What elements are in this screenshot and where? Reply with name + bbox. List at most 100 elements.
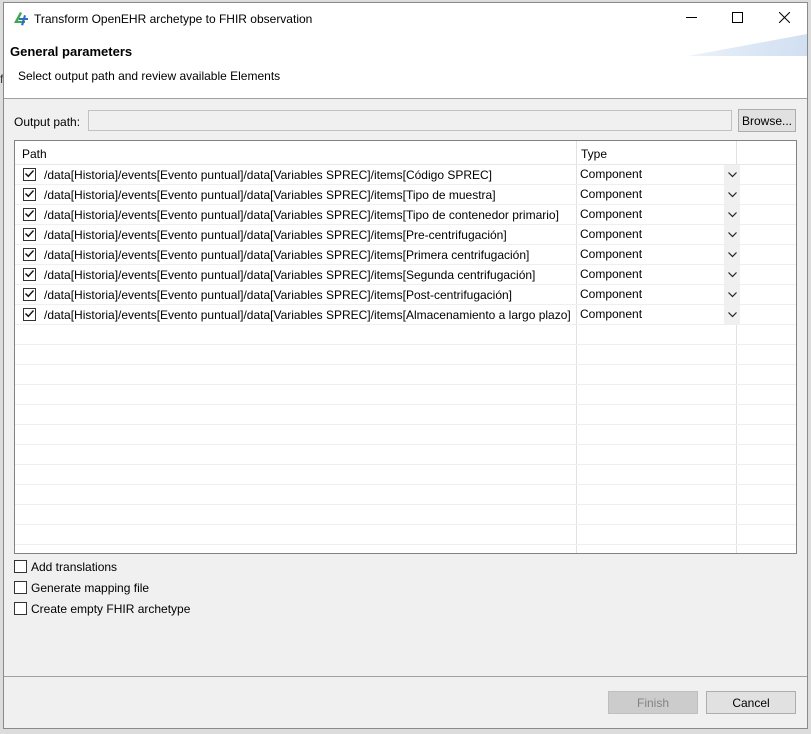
elements-table[interactable]: Path Type /data[Historia]/events[Evento … xyxy=(14,140,797,554)
empty-table-row xyxy=(15,325,796,345)
type-dropdown-value: Component xyxy=(580,207,643,221)
checkmark-icon xyxy=(24,228,35,242)
chevron-down-icon[interactable] xyxy=(724,265,740,284)
empty-table-row xyxy=(15,405,796,425)
chevron-down-icon[interactable] xyxy=(724,285,740,304)
option-checkbox[interactable] xyxy=(14,581,27,594)
row-checkbox[interactable] xyxy=(23,188,36,201)
row-checkbox[interactable] xyxy=(23,208,36,221)
type-dropdown[interactable]: Component xyxy=(580,285,740,304)
type-dropdown[interactable]: Component xyxy=(580,185,740,204)
checkmark-icon xyxy=(24,308,35,322)
chevron-down-icon[interactable] xyxy=(724,225,740,244)
close-button[interactable] xyxy=(761,3,807,34)
option-label: Generate mapping file xyxy=(31,581,150,595)
browse-button[interactable]: Browse... xyxy=(738,109,796,132)
row-checkbox[interactable] xyxy=(23,288,36,301)
table-row[interactable]: /data[Historia]/events[Evento puntual]/d… xyxy=(15,285,796,305)
page-subtitle: Select output path and review available … xyxy=(18,69,281,83)
type-dropdown-value: Component xyxy=(580,247,643,261)
type-dropdown-value: Component xyxy=(580,167,643,181)
option-checkbox-row[interactable]: Add translations xyxy=(14,560,274,576)
row-checkbox[interactable] xyxy=(23,268,36,281)
title-bar[interactable]: Transform OpenEHR archetype to FHIR obse… xyxy=(4,3,807,34)
type-dropdown-value: Component xyxy=(580,227,643,241)
table-row[interactable]: /data[Historia]/events[Evento puntual]/d… xyxy=(15,205,796,225)
checkmark-icon xyxy=(24,248,35,262)
path-cell: /data[Historia]/events[Evento puntual]/d… xyxy=(44,228,507,242)
maximize-icon xyxy=(731,11,743,26)
row-checkbox[interactable] xyxy=(23,168,36,181)
table-row[interactable]: /data[Historia]/events[Evento puntual]/d… xyxy=(15,185,796,205)
type-dropdown[interactable]: Component xyxy=(580,165,740,184)
empty-table-row xyxy=(15,485,796,505)
path-cell: /data[Historia]/events[Evento puntual]/d… xyxy=(44,288,513,302)
empty-table-row xyxy=(15,425,796,445)
banner-decoration xyxy=(688,34,807,56)
empty-table-row xyxy=(15,345,796,365)
path-cell: /data[Historia]/events[Evento puntual]/d… xyxy=(44,248,530,262)
empty-table-row xyxy=(15,505,796,525)
table-row[interactable]: /data[Historia]/events[Evento puntual]/d… xyxy=(15,165,796,185)
type-dropdown[interactable]: Component xyxy=(580,205,740,224)
app-logo-icon xyxy=(12,9,30,27)
path-cell: /data[Historia]/events[Evento puntual]/d… xyxy=(44,188,496,202)
option-label: Add translations xyxy=(31,560,118,574)
checkmark-icon xyxy=(24,168,35,182)
row-checkbox[interactable] xyxy=(23,248,36,261)
wizard-header: General parameters Select output path an… xyxy=(4,34,807,99)
minimize-button[interactable] xyxy=(668,3,714,34)
checkmark-icon xyxy=(24,188,35,202)
path-cell: /data[Historia]/events[Evento puntual]/d… xyxy=(44,308,571,322)
option-checkbox-row[interactable]: Generate mapping file xyxy=(14,581,274,597)
checkmark-icon xyxy=(24,288,35,302)
type-dropdown[interactable]: Component xyxy=(580,265,740,284)
type-dropdown[interactable]: Component xyxy=(580,245,740,264)
column-header-path[interactable]: Path xyxy=(22,147,47,161)
cancel-button[interactable]: Cancel xyxy=(706,691,796,714)
close-icon xyxy=(778,11,790,26)
checkmark-icon xyxy=(24,208,35,222)
column-header-type[interactable]: Type xyxy=(581,147,607,161)
option-checkbox-row[interactable]: Create empty FHIR archetype xyxy=(14,602,274,618)
type-dropdown-value: Component xyxy=(580,187,643,201)
path-cell: /data[Historia]/events[Evento puntual]/d… xyxy=(44,208,559,222)
empty-table-row xyxy=(15,465,796,485)
chevron-down-icon[interactable] xyxy=(724,185,740,204)
output-path-input[interactable] xyxy=(88,110,732,131)
footer-divider xyxy=(4,676,807,677)
type-dropdown-value: Component xyxy=(580,307,643,321)
transform-dialog: Transform OpenEHR archetype to FHIR obse… xyxy=(3,2,808,729)
page-title: General parameters xyxy=(10,44,133,59)
minimize-icon xyxy=(685,12,697,26)
empty-table-row xyxy=(15,445,796,465)
checkmark-icon xyxy=(24,268,35,282)
window-title: Transform OpenEHR archetype to FHIR obse… xyxy=(34,12,313,26)
option-checkbox[interactable] xyxy=(14,560,27,573)
empty-table-row xyxy=(15,525,796,545)
finish-button[interactable]: Finish xyxy=(608,691,698,714)
type-dropdown-value: Component xyxy=(580,267,643,281)
empty-table-row xyxy=(15,385,796,405)
empty-table-row xyxy=(15,365,796,385)
path-cell: /data[Historia]/events[Evento puntual]/d… xyxy=(44,268,536,282)
table-row[interactable]: /data[Historia]/events[Evento puntual]/d… xyxy=(15,245,796,265)
table-row[interactable]: /data[Historia]/events[Evento puntual]/d… xyxy=(15,225,796,245)
option-checkbox[interactable] xyxy=(14,602,27,615)
option-label: Create empty FHIR archetype xyxy=(31,602,191,616)
row-checkbox[interactable] xyxy=(23,228,36,241)
path-cell: /data[Historia]/events[Evento puntual]/d… xyxy=(44,168,493,182)
table-row[interactable]: /data[Historia]/events[Evento puntual]/d… xyxy=(15,305,796,325)
chevron-down-icon[interactable] xyxy=(724,245,740,264)
chevron-down-icon[interactable] xyxy=(724,165,740,184)
type-dropdown[interactable]: Component xyxy=(580,305,740,324)
chevron-down-icon[interactable] xyxy=(724,305,740,324)
type-dropdown[interactable]: Component xyxy=(580,225,740,244)
output-path-label: Output path: xyxy=(14,115,81,129)
type-dropdown-value: Component xyxy=(580,287,643,301)
row-checkbox[interactable] xyxy=(23,308,36,321)
table-header: Path Type xyxy=(15,141,796,165)
maximize-button[interactable] xyxy=(714,3,760,34)
chevron-down-icon[interactable] xyxy=(724,205,740,224)
table-row[interactable]: /data[Historia]/events[Evento puntual]/d… xyxy=(15,265,796,285)
